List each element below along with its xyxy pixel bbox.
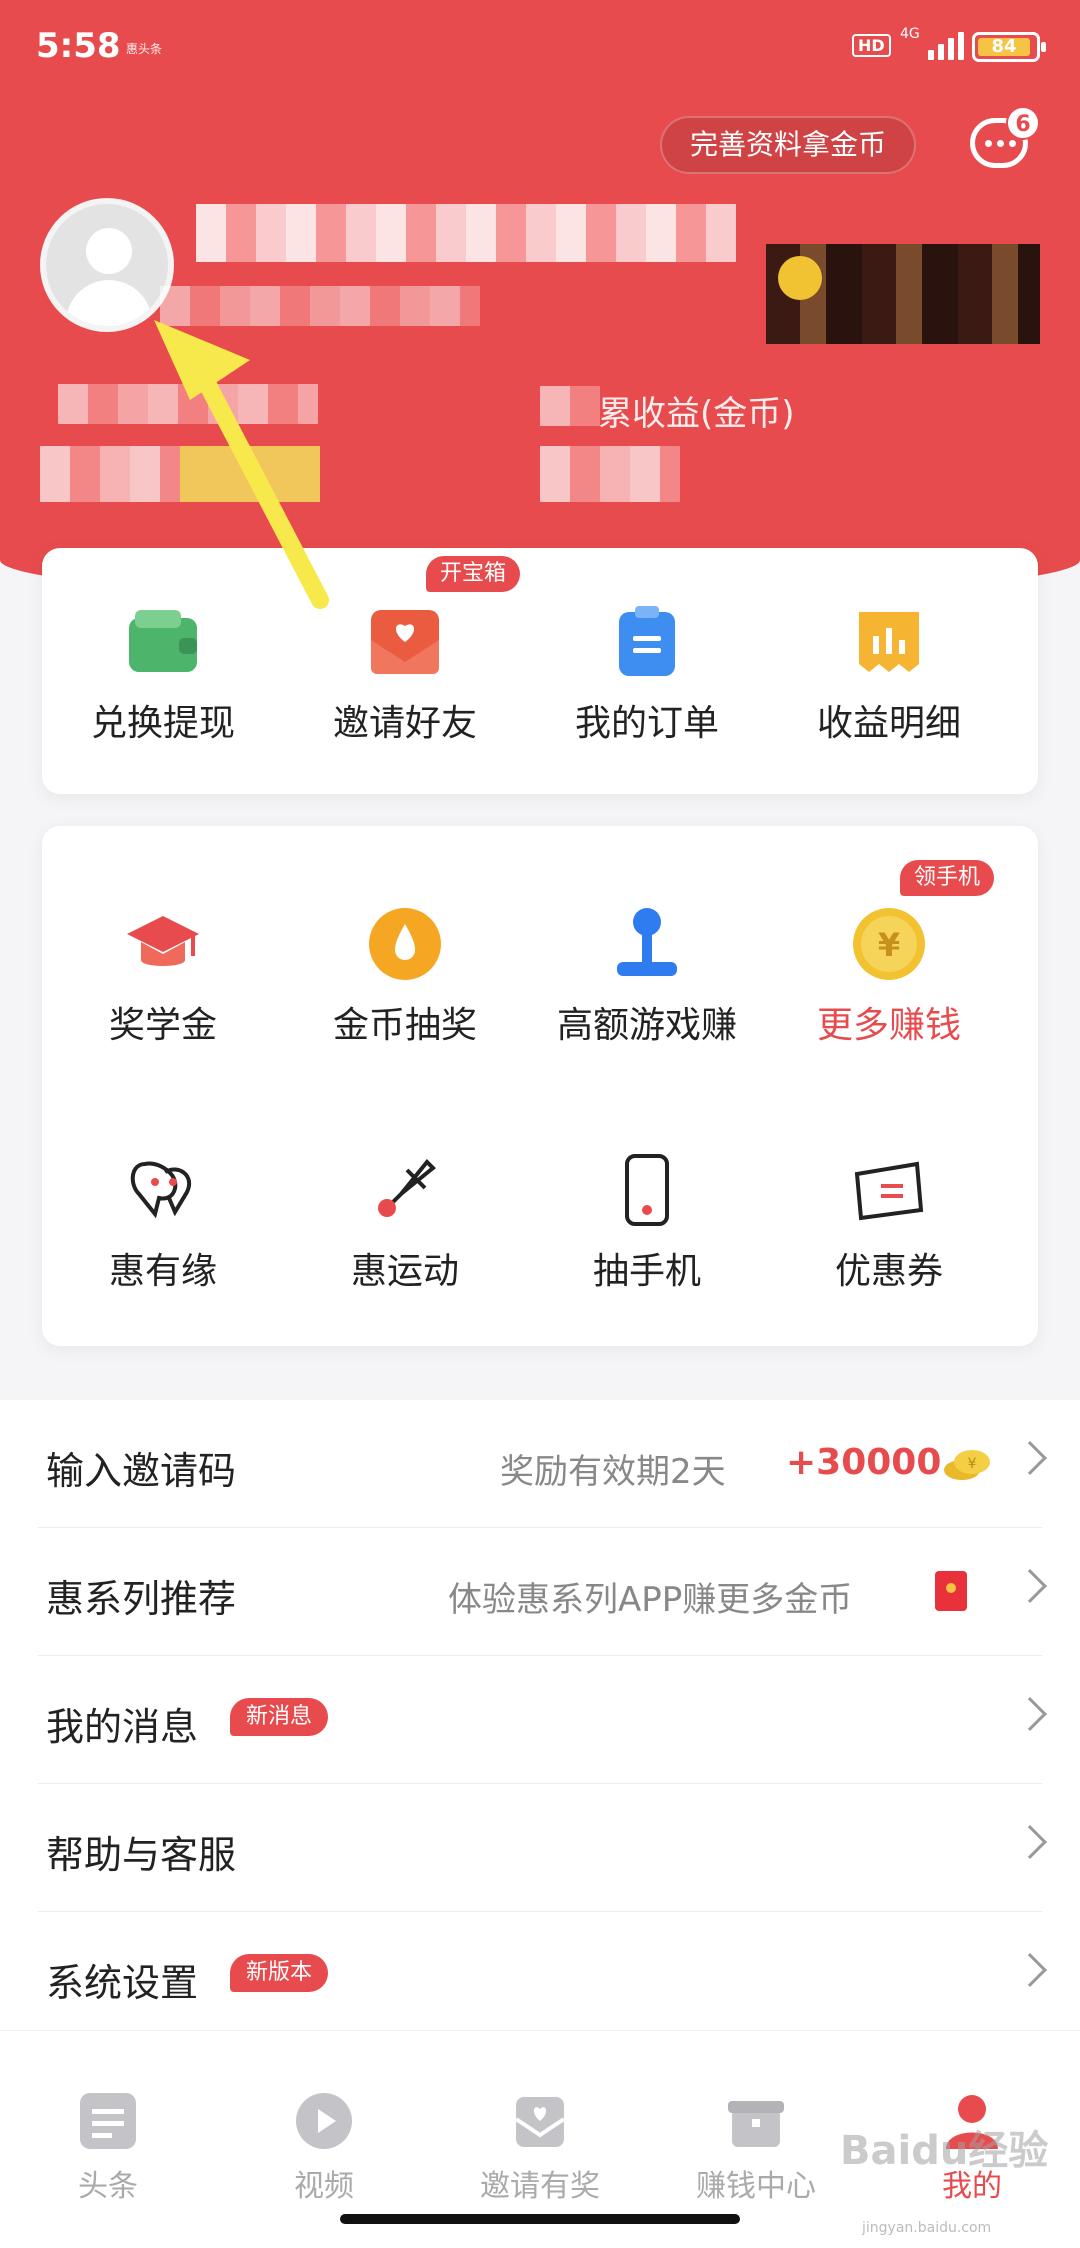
feature-huiyouyuan[interactable]: 惠有缘	[42, 1152, 284, 1294]
quick-action-label: 兑换提现	[90, 703, 235, 744]
coins-icon: ¥	[942, 1446, 992, 1482]
feature-draw-phone[interactable]: 抽手机	[526, 1152, 768, 1294]
feature-label: 惠运动	[350, 1251, 459, 1292]
drop-coin-icon	[367, 906, 443, 982]
messages-button[interactable]: 6	[970, 106, 1040, 176]
coin-icon	[778, 256, 822, 300]
feature-label: 高额游戏赚	[556, 1005, 737, 1046]
chart-receipt-icon	[851, 604, 927, 680]
quick-action-orders[interactable]: 我的订单	[526, 604, 768, 746]
nav-label: 赚钱中心	[696, 2169, 816, 2204]
svg-text:¥: ¥	[878, 926, 900, 964]
phone-icon	[609, 1152, 685, 1228]
graduation-cap-icon	[125, 906, 201, 982]
earnings-prefix-blurred	[540, 386, 600, 426]
yen-coin-icon: ¥	[851, 906, 927, 982]
feature-label: 惠有缘	[108, 1251, 217, 1292]
invite-icon	[510, 2091, 570, 2151]
reward-amount: +30000	[786, 1442, 942, 1483]
feature-scholarship[interactable]: 奖学金	[42, 906, 284, 1048]
list-item-title: 输入邀请码	[46, 1449, 237, 1493]
list-item-title: 我的消息	[46, 1705, 199, 1749]
quick-action-label: 收益明细	[816, 703, 961, 744]
watermark-url: jingyan.baidu.com	[862, 2220, 992, 2236]
total-earnings-label: 累收益(金币)	[598, 394, 795, 434]
envelope-heart-icon	[367, 604, 443, 680]
list-item-invite-code[interactable]: 输入邀请码 奖励有效期2天 +30000 ¥	[38, 1400, 1047, 1528]
chevron-right-icon	[1013, 1569, 1047, 1603]
nav-label: 邀请有奖	[480, 2169, 600, 2204]
watermark-logo: Baidu经验	[840, 2128, 1049, 2174]
list-item-hint: 体验惠系列APP赚更多金币	[448, 1580, 853, 1620]
feature-coupons[interactable]: 优惠券	[768, 1152, 1010, 1294]
feature-label: 优惠券	[834, 1251, 943, 1292]
total-earnings-value-blurred	[540, 446, 680, 502]
features-card: 领手机 奖学金 金币抽奖 高额游戏赚 ¥ 更多赚钱 惠有缘 惠运动 抽手机 优惠…	[42, 826, 1038, 1346]
feature-label: 奖学金	[108, 1005, 217, 1046]
signal-icon	[928, 30, 964, 60]
annotation-arrow-icon	[154, 320, 329, 609]
message-count-badge: 6	[1006, 106, 1040, 140]
chevron-right-icon	[1013, 1825, 1047, 1859]
network-indicator: 4G	[900, 26, 920, 42]
list-item-title: 惠系列推荐	[46, 1577, 237, 1621]
battery-level: 84	[978, 38, 1030, 56]
nav-label: 视频	[294, 2169, 354, 2204]
get-phone-tag: 领手机	[900, 860, 995, 896]
play-icon	[294, 2091, 354, 2151]
list-item-my-messages[interactable]: 我的消息 新消息	[38, 1656, 1047, 1784]
nav-tab-earn-center[interactable]: 赚钱中心	[648, 2091, 864, 2205]
feature-label: 抽手机	[592, 1251, 701, 1292]
status-bar: 5:58 惠头条 HD 4G 84	[0, 0, 1080, 96]
quick-action-withdraw[interactable]: 兑换提现	[42, 604, 284, 746]
battery-icon: 84	[972, 32, 1046, 62]
new-message-badge: 新消息	[230, 1698, 329, 1736]
feature-game-earn[interactable]: 高额游戏赚	[526, 906, 768, 1048]
nav-tab-news[interactable]: 头条	[0, 2091, 216, 2205]
status-time: 5:58	[36, 26, 121, 66]
settings-list: 输入邀请码 奖励有效期2天 +30000 ¥ 惠系列推荐 体验惠系列APP赚更多…	[0, 1400, 1080, 2040]
list-item-title: 系统设置	[46, 1961, 199, 2005]
hd-indicator: HD	[852, 34, 891, 57]
feature-more-earn[interactable]: ¥ 更多赚钱	[768, 906, 1010, 1048]
feature-label: 金币抽奖	[332, 1005, 477, 1046]
new-version-badge: 新版本	[230, 1954, 329, 1992]
open-chest-tag: 开宝箱	[426, 556, 521, 592]
feature-label: 更多赚钱	[816, 1005, 961, 1046]
heart-balloon-icon	[125, 1152, 201, 1228]
list-item-title: 帮助与客服	[46, 1833, 237, 1877]
chevron-right-icon	[1013, 1697, 1047, 1731]
nav-label: 头条	[78, 2169, 138, 2204]
list-item-hint: 奖励有效期2天	[500, 1452, 726, 1492]
feature-coin-lottery[interactable]: 金币抽奖	[284, 906, 526, 1048]
gift-box-icon	[726, 2091, 786, 2151]
coupon-icon	[851, 1152, 927, 1228]
feature-huiyundong[interactable]: 惠运动	[284, 1152, 526, 1294]
quick-action-label: 我的订单	[574, 703, 719, 744]
quick-action-earnings-detail[interactable]: 收益明细	[768, 604, 1010, 746]
username-blurred	[196, 204, 736, 262]
svg-text:¥: ¥	[968, 1456, 977, 1472]
red-envelope-icon	[934, 1570, 968, 1612]
quick-action-invite[interactable]: 邀请好友	[284, 604, 526, 746]
chevron-right-icon	[1013, 1441, 1047, 1475]
home-indicator[interactable]	[340, 2214, 740, 2224]
quick-action-label: 邀请好友	[332, 703, 477, 744]
list-item-hui-series[interactable]: 惠系列推荐 体验惠系列APP赚更多金币	[38, 1528, 1047, 1656]
shuttlecock-icon	[367, 1152, 443, 1228]
news-icon	[78, 2091, 138, 2151]
nav-tab-video[interactable]: 视频	[216, 2091, 432, 2205]
nav-tab-invite[interactable]: 邀请有奖	[432, 2091, 648, 2205]
chevron-right-icon	[1013, 1953, 1047, 1987]
joystick-icon	[609, 906, 685, 982]
list-item-settings[interactable]: 系统设置 新版本	[38, 1912, 1047, 2040]
status-app-note: 惠头条	[126, 42, 163, 56]
clipboard-icon	[609, 604, 685, 680]
list-item-help[interactable]: 帮助与客服	[38, 1784, 1047, 1912]
complete-profile-button[interactable]: 完善资料拿金币	[660, 116, 917, 174]
